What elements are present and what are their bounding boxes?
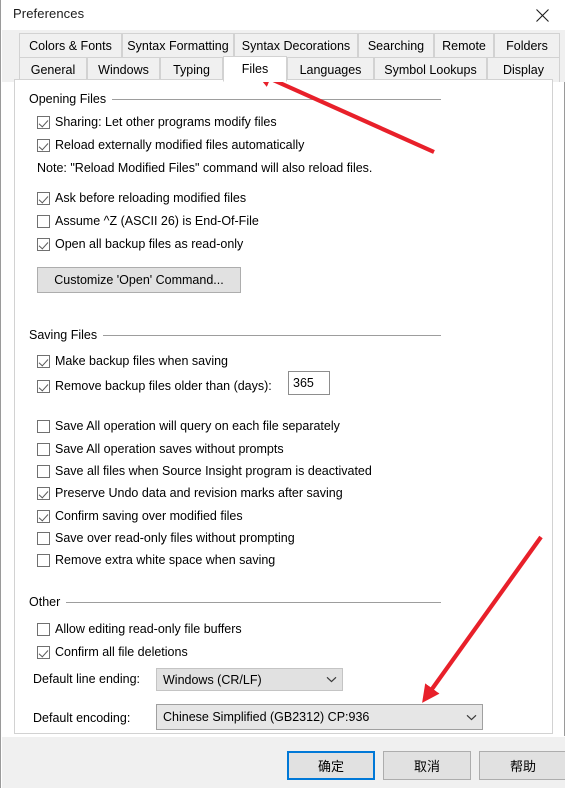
checkbox-label: Confirm all file deletions xyxy=(55,645,188,659)
checkbox-box[interactable] xyxy=(37,464,50,478)
tab-folders[interactable]: Folders xyxy=(494,33,560,58)
checkbox-sharing-modify-files[interactable]: Sharing: Let other programs modify files xyxy=(37,113,277,131)
tab-syntax-formatting[interactable]: Syntax Formatting xyxy=(122,33,234,58)
close-icon[interactable] xyxy=(519,0,565,30)
checkbox-remove-extra-white-space[interactable]: Remove extra white space when saving xyxy=(37,551,275,569)
checkbox-box[interactable] xyxy=(37,531,50,545)
tab-remote[interactable]: Remote xyxy=(434,33,494,58)
checkbox-box[interactable] xyxy=(37,509,50,523)
backup-days-input[interactable]: 365 xyxy=(288,371,330,395)
checkbox-reload-externally-modified[interactable]: Reload externally modified files automat… xyxy=(37,136,304,154)
checkbox-label: Make backup files when saving xyxy=(55,354,229,368)
help-button[interactable]: 帮助 xyxy=(479,751,565,780)
checkbox-save-all-without-prompts[interactable]: Save All operation saves without prompts xyxy=(37,440,284,458)
checkbox-box[interactable] xyxy=(37,379,50,393)
cancel-button[interactable]: 取消 xyxy=(383,751,471,780)
label-default-encoding: Default encoding: xyxy=(33,711,131,725)
checkbox-box[interactable] xyxy=(37,419,50,433)
checkbox-allow-editing-read-only-buffers[interactable]: Allow editing read-only file buffers xyxy=(37,620,242,638)
checkbox-label: Ask before reloading modified files xyxy=(55,191,247,205)
group-header-opening-files: Opening Files xyxy=(29,91,441,107)
checkbox-label: Save all files when Source Insight progr… xyxy=(55,464,372,478)
checkbox-assume-ctrl-z-eof[interactable]: Assume ^Z (ASCII 26) is End-Of-File xyxy=(37,212,259,230)
checkbox-box[interactable] xyxy=(37,115,50,129)
checkbox-label: Assume ^Z (ASCII 26) is End-Of-File xyxy=(55,214,259,228)
tab-searching[interactable]: Searching xyxy=(358,33,434,58)
checkbox-preserve-undo-data[interactable]: Preserve Undo data and revision marks af… xyxy=(37,484,343,502)
checkbox-box[interactable] xyxy=(37,214,50,228)
checkbox-confirm-all-file-deletions[interactable]: Confirm all file deletions xyxy=(37,643,188,661)
checkbox-box[interactable] xyxy=(37,645,50,659)
checkbox-box[interactable] xyxy=(37,191,50,205)
checkbox-box[interactable] xyxy=(37,237,50,251)
checkbox-box[interactable] xyxy=(37,354,50,368)
checkbox-label: Confirm saving over modified files xyxy=(55,509,243,523)
label-default-line-ending: Default line ending: xyxy=(33,672,141,686)
tab-colors-and-fonts[interactable]: Colors & Fonts xyxy=(19,33,122,58)
checkbox-label: Open all backup files as read-only xyxy=(55,237,244,251)
dialog-button-bar: 确定 取消 帮助 xyxy=(2,736,565,788)
checkbox-label: Save All operation will query on each fi… xyxy=(55,419,340,433)
checkbox-label: Allow editing read-only file buffers xyxy=(55,622,242,636)
checkbox-label: Reload externally modified files automat… xyxy=(55,138,305,152)
checkbox-remove-backup-older-than[interactable]: Remove backup files older than (days): xyxy=(37,377,272,395)
tab-strip: Colors & Fonts Syntax Formatting Syntax … xyxy=(2,30,565,82)
chevron-down-icon xyxy=(320,676,342,683)
checkbox-ask-before-reloading[interactable]: Ask before reloading modified files xyxy=(37,189,246,207)
default-line-ending-value: Windows (CR/LF) xyxy=(163,672,262,687)
title-bar: Preferences xyxy=(2,0,565,30)
default-encoding-dropdown[interactable]: Chinese Simplified (GB2312) CP:936 xyxy=(156,704,483,730)
group-label-opening-files: Opening Files xyxy=(29,92,107,106)
checkbox-label: Save over read-only files without prompt… xyxy=(55,531,295,545)
checkbox-box[interactable] xyxy=(37,442,50,456)
checkbox-save-over-read-only[interactable]: Save over read-only files without prompt… xyxy=(37,529,295,547)
group-divider-line xyxy=(112,98,441,100)
ok-button[interactable]: 确定 xyxy=(287,751,375,780)
checkbox-make-backup-files[interactable]: Make backup files when saving xyxy=(37,352,228,370)
window-title: Preferences xyxy=(13,6,85,21)
checkbox-box[interactable] xyxy=(37,138,50,152)
reload-note-text: Note: "Reload Modified Files" command wi… xyxy=(37,161,373,175)
group-divider-line xyxy=(66,601,441,603)
default-line-ending-dropdown[interactable]: Windows (CR/LF) xyxy=(156,668,343,691)
preferences-dialog: Preferences Colors & Fonts Syntax Format… xyxy=(0,0,565,788)
group-header-saving-files: Saving Files xyxy=(29,327,441,343)
checkbox-open-backup-read-only[interactable]: Open all backup files as read-only xyxy=(37,235,243,253)
checkbox-save-all-when-deactivated[interactable]: Save all files when Source Insight progr… xyxy=(37,462,372,480)
tab-row-1: Colors & Fonts Syntax Formatting Syntax … xyxy=(2,33,565,58)
checkbox-confirm-saving-over-modified[interactable]: Confirm saving over modified files xyxy=(37,507,243,525)
customize-open-command-button[interactable]: Customize 'Open' Command... xyxy=(37,267,241,293)
checkbox-box[interactable] xyxy=(37,486,50,500)
group-label-other: Other xyxy=(29,595,61,609)
checkbox-label: Preserve Undo data and revision marks af… xyxy=(55,486,343,500)
chevron-down-icon xyxy=(460,714,482,721)
group-header-other: Other xyxy=(29,594,441,610)
checkbox-label: Save All operation saves without prompts xyxy=(55,442,284,456)
checkbox-label: Sharing: Let other programs modify files xyxy=(55,115,277,129)
group-divider-line xyxy=(103,334,441,336)
files-settings-panel: Opening Files Sharing: Let other program… xyxy=(14,79,553,734)
group-label-saving-files: Saving Files xyxy=(29,328,98,342)
checkbox-save-all-query-each-file[interactable]: Save All operation will query on each fi… xyxy=(37,417,340,435)
checkbox-label: Remove extra white space when saving xyxy=(55,553,276,567)
checkbox-box[interactable] xyxy=(37,553,50,567)
tab-files[interactable]: Files xyxy=(223,56,287,82)
tab-syntax-decorations[interactable]: Syntax Decorations xyxy=(234,33,358,58)
default-encoding-value: Chinese Simplified (GB2312) CP:936 xyxy=(163,710,370,724)
checkbox-box[interactable] xyxy=(37,622,50,636)
checkbox-label: Remove backup files older than (days): xyxy=(55,379,272,393)
